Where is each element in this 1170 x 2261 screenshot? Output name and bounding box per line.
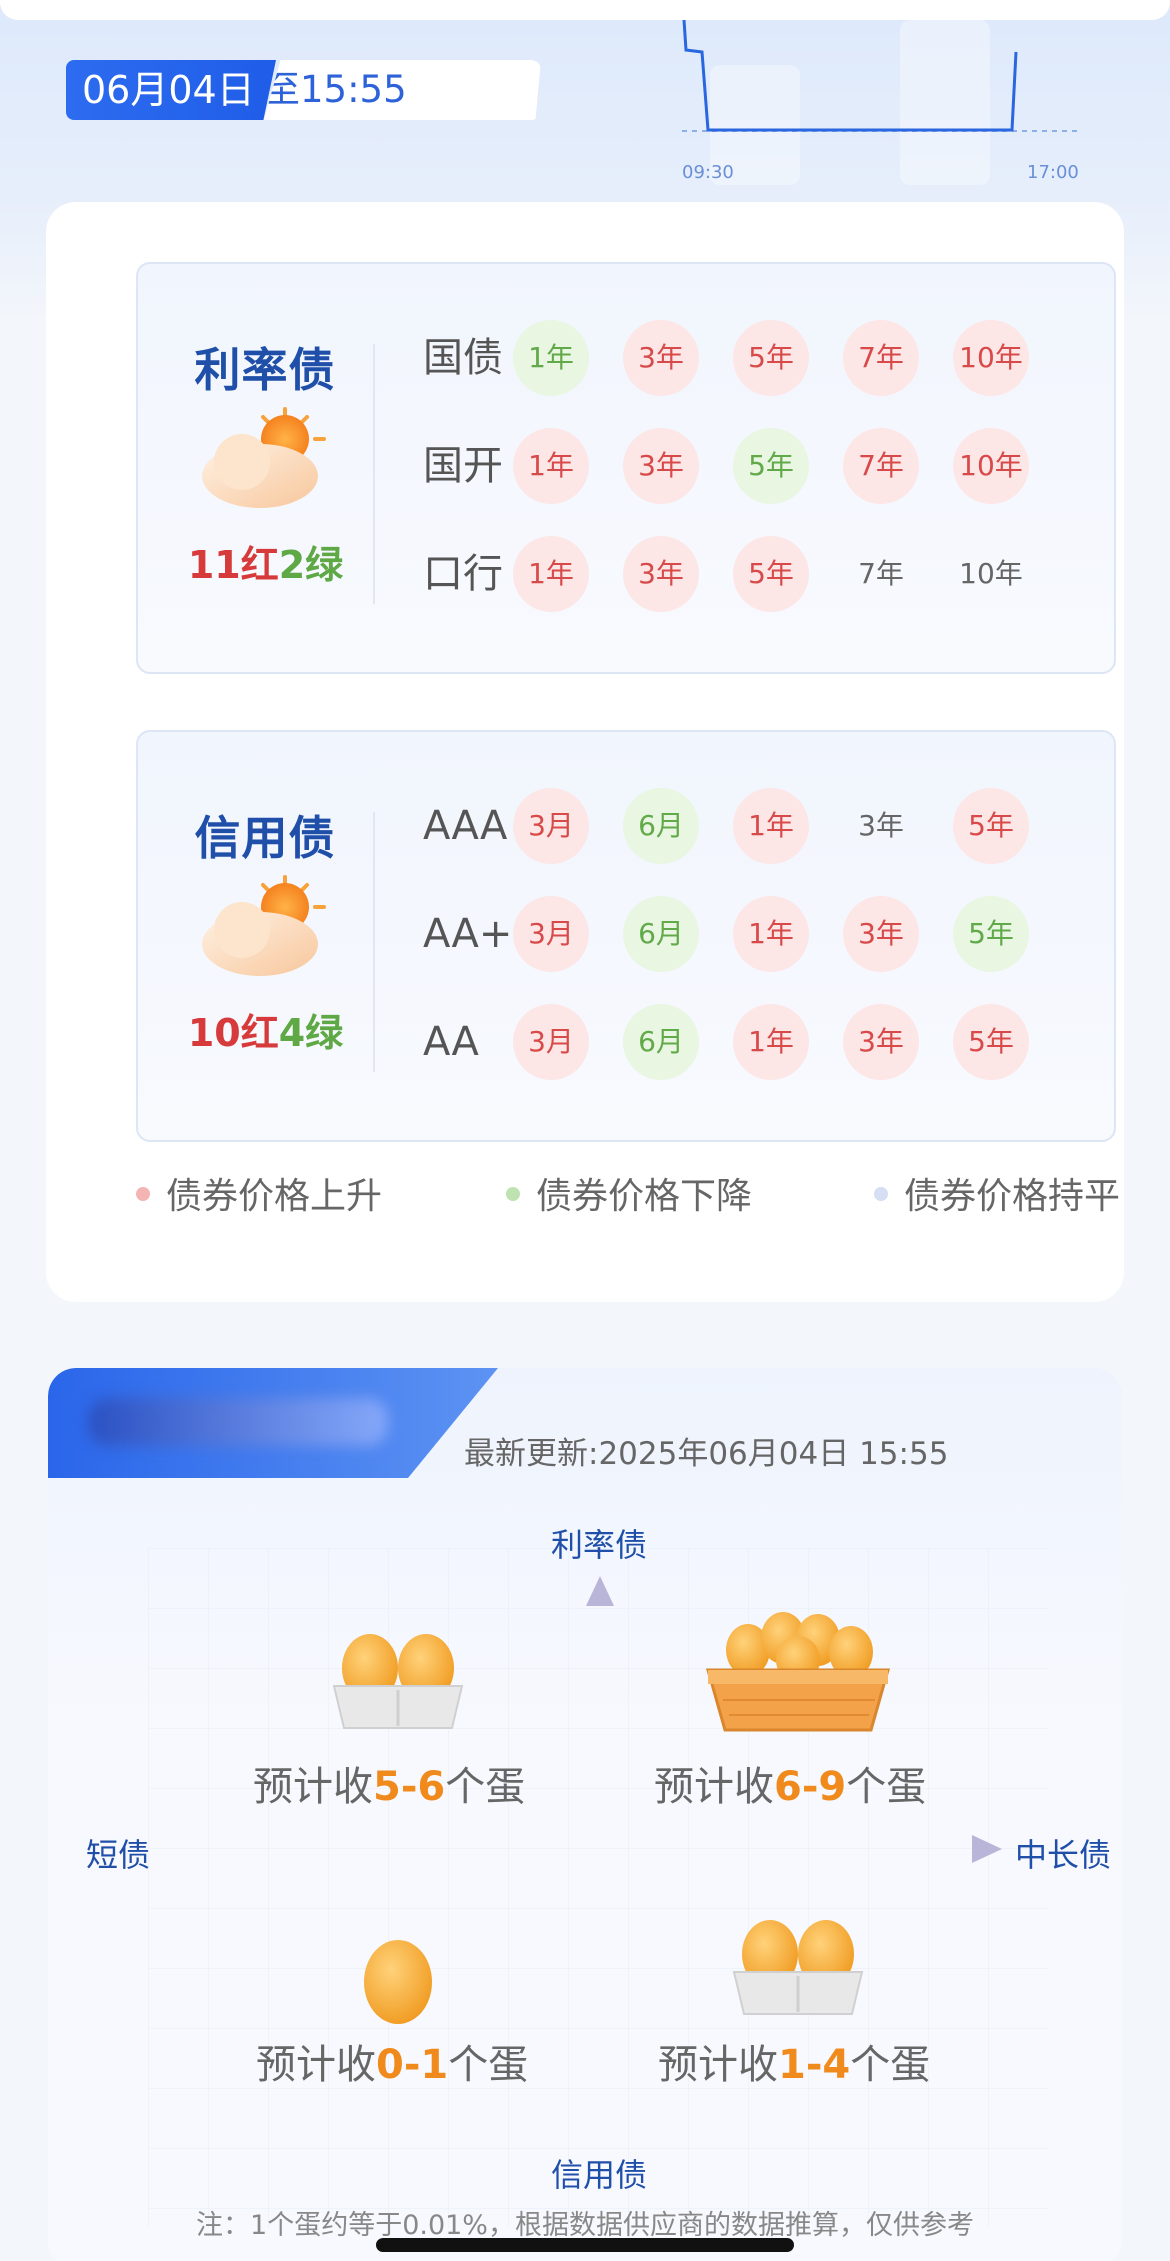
bond-row[interactable]: AA+ 3月 6月 1年 3年 5年	[423, 894, 1103, 974]
bond-weather-card: 利率债 11红2绿 国债 1年 3年 5年 7年 10年 国开 1年 3年 5年 7年 10年 口行 1年…	[46, 202, 1124, 1302]
term-pill-red[interactable]: 3月	[513, 788, 589, 864]
term-pill-red[interactable]: 3年	[623, 428, 699, 504]
quadrant-bottom-left-text: 预计收0-1个蛋	[256, 2042, 529, 2088]
term-pill-red[interactable]: 1年	[733, 788, 809, 864]
term-pill-red[interactable]: 3年	[843, 1004, 919, 1080]
legend-dot	[874, 1187, 888, 1201]
legend-dot	[506, 1187, 520, 1201]
quadrant-axes	[168, 1576, 1002, 2208]
bond-row[interactable]: 国开 1年 3年 5年 7年 10年	[423, 426, 1103, 506]
legend-item-down: 债券价格下降	[506, 1172, 752, 1222]
term-pill-red[interactable]: 5年	[953, 788, 1029, 864]
credit-bonds-title: 信用债	[194, 811, 336, 865]
credit-bonds-count: 10红4绿	[187, 1011, 344, 1055]
sunny-cloud-icon	[202, 875, 326, 976]
axis-left-label: 短债	[86, 1836, 151, 1874]
term-pill-green[interactable]: 5年	[733, 428, 809, 504]
top-strip	[0, 0, 1170, 20]
date-label: 06月04日	[66, 60, 276, 120]
sunny-cloud-icon	[202, 407, 326, 508]
term-pill-red[interactable]: 3月	[513, 896, 589, 972]
term-pill-red[interactable]: 1年	[513, 536, 589, 612]
term-pill-red[interactable]: 1年	[733, 1004, 809, 1080]
axis-right-label: 中长债	[1015, 1836, 1112, 1874]
intraday-mini-chart[interactable]: 09:30 17:00	[672, 19, 1082, 183]
term-pill-red[interactable]: 5年	[953, 1004, 1029, 1080]
rate-bonds-title: 利率债	[194, 343, 336, 397]
term-pill-red[interactable]: 7年	[843, 428, 919, 504]
panel-divider	[373, 812, 375, 1072]
credit-bonds-panel[interactable]: 信用债 10红4绿 AAA 3月 6月 1年 3年 5年 AA+ 3月 6月 1年 3年 5年 AA 3月…	[136, 730, 1116, 1142]
rate-bonds-count: 11红2绿	[187, 543, 344, 587]
as-of-time: 截至15:55	[264, 60, 541, 120]
term-pill-red[interactable]: 7年	[843, 320, 919, 396]
term-pill-flat[interactable]: 10年	[953, 536, 1029, 612]
egg-carton-icon	[332, 1634, 464, 1729]
term-pill-flat[interactable]: 3年	[843, 788, 919, 864]
quadrant-top-left-text: 预计收5-6个蛋	[253, 1764, 526, 1810]
bond-row[interactable]: AAA 3月 6月 1年 3年 5年	[423, 786, 1103, 866]
date-badge: 06月04日 截至15:55	[66, 60, 541, 120]
bond-row[interactable]: 国债 1年 3年 5年 7年 10年	[423, 318, 1103, 398]
axis-bottom-label: 信用债	[551, 2156, 648, 2194]
panel-divider	[373, 344, 375, 604]
bond-row[interactable]: AA 3月 6月 1年 3年 5年	[423, 1002, 1103, 1082]
term-pill-red[interactable]: 10年	[953, 320, 1029, 396]
quadrant-top-right-text: 预计收6-9个蛋	[654, 1764, 927, 1810]
single-egg-icon	[364, 1940, 432, 2024]
term-pill-red[interactable]: 3月	[513, 1004, 589, 1080]
bond-row[interactable]: 口行 1年 3年 5年 7年 10年	[423, 534, 1103, 614]
term-pill-red[interactable]: 1年	[733, 896, 809, 972]
home-indicator[interactable]	[376, 2238, 794, 2252]
term-pill-red[interactable]: 3年	[623, 536, 699, 612]
footnote: 注：1个蛋约等于0.01%，根据数据供应商的数据推算，仅供参考	[196, 2210, 974, 2241]
egg-quadrant-card: 最新更新:2025年06月04日 15:55 利率债 信用债 短债 中长债 预计…	[48, 1368, 1122, 2261]
term-pill-flat[interactable]: 7年	[843, 536, 919, 612]
term-pill-red[interactable]: 5年	[733, 536, 809, 612]
egg-basket-icon	[706, 1612, 890, 1732]
term-pill-green[interactable]: 1年	[513, 320, 589, 396]
rate-bonds-panel[interactable]: 利率债 11红2绿 国债 1年 3年 5年 7年 10年 国开 1年 3年 5年 7年 10年 口行 1年…	[136, 262, 1116, 674]
quadrant-bottom-right-text: 预计收1-4个蛋	[658, 2042, 931, 2088]
term-pill-green[interactable]: 6月	[623, 788, 699, 864]
axis-top-label: 利率债	[551, 1526, 648, 1564]
term-pill-red[interactable]: 10年	[953, 428, 1029, 504]
legend-dot	[136, 1187, 150, 1201]
egg-carton-icon	[732, 1920, 864, 2015]
legend-item-up: 债券价格上升	[136, 1172, 382, 1222]
term-pill-red[interactable]: 5年	[733, 320, 809, 396]
legend-item-flat: 债券价格持平	[874, 1172, 1120, 1222]
chart-start-label: 09:30	[682, 162, 734, 183]
chart-end-label: 17:00	[1027, 162, 1079, 183]
price-legend: 债券价格上升 债券价格下降 债券价格持平	[136, 1172, 1126, 1222]
term-pill-green[interactable]: 6月	[623, 1004, 699, 1080]
term-pill-red[interactable]: 3年	[623, 320, 699, 396]
term-pill-red[interactable]: 1年	[513, 428, 589, 504]
term-pill-green[interactable]: 6月	[623, 896, 699, 972]
term-pill-red[interactable]: 3年	[843, 896, 919, 972]
term-pill-green[interactable]: 5年	[953, 896, 1029, 972]
